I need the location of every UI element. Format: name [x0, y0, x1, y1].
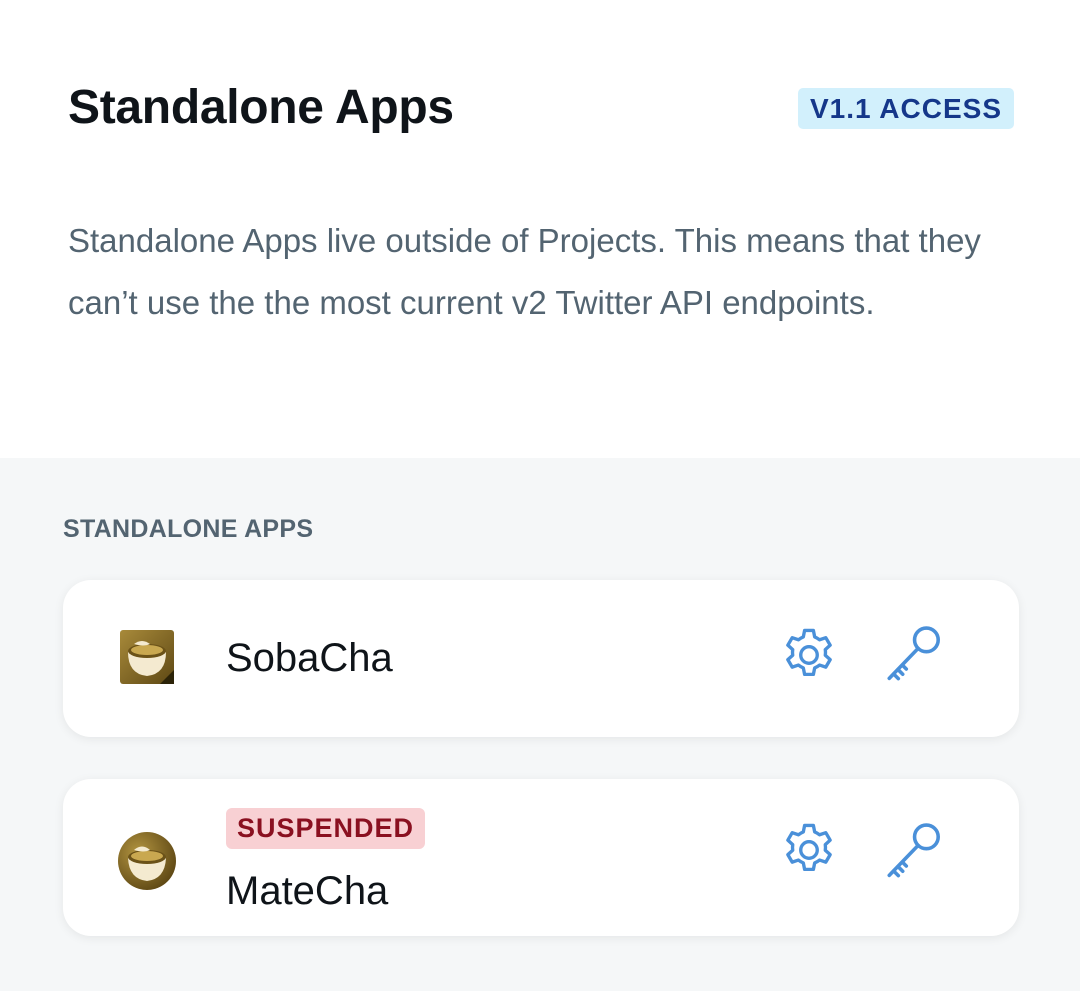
page-title: Standalone Apps: [68, 81, 454, 134]
app-card-sobacha[interactable]: SobaCha: [63, 580, 1019, 737]
standalone-apps-section: STANDALONE APPS SobaCha SUSPENDED MateCh…: [0, 458, 1080, 991]
page-header: Standalone Apps V1.1 ACCESS Standalone A…: [0, 0, 1080, 458]
key-icon[interactable]: [881, 819, 947, 885]
app-name[interactable]: MateCha: [226, 869, 388, 914]
app-name[interactable]: SobaCha: [226, 636, 393, 681]
section-label: STANDALONE APPS: [63, 515, 314, 543]
page-description: Standalone Apps live outside of Projects…: [68, 222, 981, 321]
gear-icon[interactable]: [778, 819, 840, 881]
app-logo-icon: [117, 831, 177, 891]
app-logo-icon: [120, 630, 174, 684]
status-badge: SUSPENDED: [226, 808, 426, 849]
key-icon[interactable]: [881, 622, 947, 688]
gear-icon[interactable]: [778, 624, 840, 686]
app-card-matecha[interactable]: SUSPENDED MateCha: [63, 779, 1019, 936]
access-badge: V1.1 ACCESS: [797, 88, 1014, 129]
